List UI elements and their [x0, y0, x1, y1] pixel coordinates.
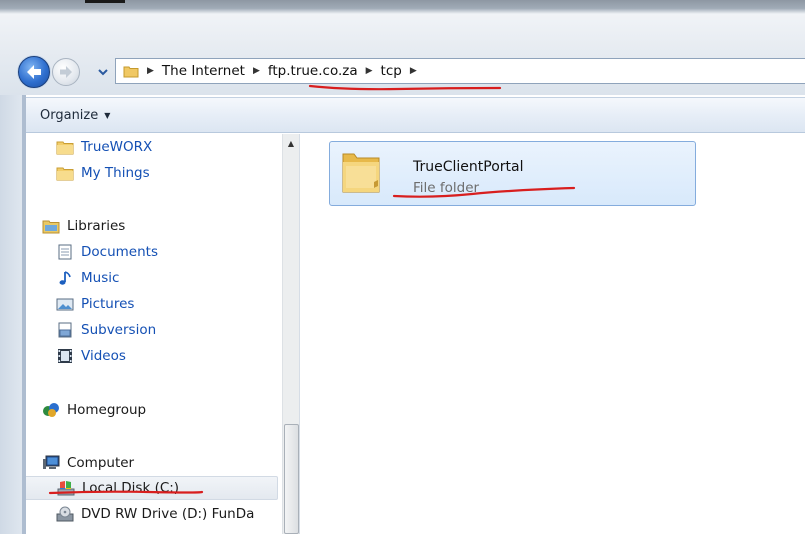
nav-item-libraries[interactable]: Libraries	[42, 215, 125, 237]
address-bar[interactable]: ▶ The Internet ▶ ftp.true.co.za ▶ tcp ▶	[115, 58, 805, 84]
music-icon	[56, 270, 74, 286]
nav-item-label: Subversion	[81, 322, 157, 338]
file-item-trueclientportal[interactable]: TrueClientPortal File folder	[329, 141, 696, 206]
breadcrumb-item-tcp[interactable]: tcp	[381, 63, 402, 79]
scroll-thumb[interactable]	[284, 424, 299, 534]
nav-item-label: Pictures	[81, 296, 135, 312]
nav-item-pictures[interactable]: Pictures	[56, 293, 134, 315]
nav-item-music[interactable]: Music	[56, 267, 119, 289]
nav-item-local-disk[interactable]: Local Disk (C:)	[26, 476, 278, 500]
back-arrow-icon	[27, 65, 41, 79]
breadcrumb-separator-icon[interactable]: ▶	[366, 66, 373, 76]
organize-label: Organize	[40, 107, 99, 123]
folder-icon	[56, 139, 74, 155]
folder-icon	[340, 148, 382, 194]
forward-button[interactable]	[52, 58, 80, 86]
chevron-down-icon: ▼	[104, 110, 111, 120]
breadcrumb-item-ftp-host[interactable]: ftp.true.co.za	[268, 63, 358, 79]
nav-item-label: Music	[81, 270, 120, 286]
navigation-pane-scrollbar[interactable]: ▲	[282, 134, 299, 534]
nav-item-documents[interactable]: Documents	[56, 241, 158, 263]
nav-item-label: Documents	[81, 244, 158, 260]
command-bar: Organize ▼	[26, 97, 805, 133]
local-disk-icon	[57, 480, 75, 496]
nav-item-trueworx[interactable]: TrueWORX	[56, 136, 152, 158]
nav-item-label: Local Disk (C:)	[82, 480, 180, 496]
file-item-name: TrueClientPortal	[413, 159, 524, 175]
folder-icon	[123, 65, 139, 78]
nav-item-label: Homegroup	[67, 402, 147, 418]
scroll-up-arrow-icon[interactable]: ▲	[283, 136, 299, 150]
back-button[interactable]	[18, 56, 50, 88]
dvd-drive-icon	[56, 506, 74, 522]
nav-item-label: TrueWORX	[81, 139, 153, 155]
nav-item-dvd-drive[interactable]: DVD RW Drive (D:) FunDa	[56, 503, 254, 525]
nav-item-label: Libraries	[67, 218, 126, 234]
nav-item-videos[interactable]: Videos	[56, 345, 126, 367]
navigation-pane: TrueWORX My Things Libraries Documents M…	[26, 134, 282, 534]
title-bar-mark	[85, 0, 125, 3]
homegroup-icon	[42, 402, 60, 418]
libraries-icon	[42, 218, 60, 234]
breadcrumb-item-the-internet[interactable]: The Internet	[162, 63, 245, 79]
computer-icon	[42, 455, 60, 471]
recent-pages-button[interactable]	[96, 66, 110, 78]
breadcrumb-separator-icon[interactable]: ▶	[253, 66, 260, 76]
nav-item-homegroup[interactable]: Homegroup	[42, 399, 146, 421]
pictures-icon	[56, 296, 74, 312]
forward-arrow-icon	[60, 66, 72, 78]
nav-item-label: DVD RW Drive (D:) FunDa	[81, 506, 255, 522]
nav-item-my-things[interactable]: My Things	[56, 162, 150, 184]
breadcrumb-separator-icon[interactable]: ▶	[147, 66, 154, 76]
window-left-border	[0, 95, 26, 534]
nav-item-label: Computer	[67, 455, 135, 471]
nav-item-computer[interactable]: Computer	[42, 452, 134, 474]
chevron-down-icon	[98, 69, 108, 76]
document-library-icon	[56, 244, 74, 260]
file-list-pane: TrueClientPortal File folder	[300, 134, 805, 534]
organize-button[interactable]: Organize ▼	[40, 108, 110, 123]
file-item-type: File folder	[413, 180, 480, 196]
folder-icon	[56, 165, 74, 181]
subversion-icon	[56, 322, 74, 338]
nav-item-label: My Things	[81, 165, 150, 181]
nav-item-label: Videos	[81, 348, 126, 364]
breadcrumb-separator-icon[interactable]: ▶	[410, 66, 417, 76]
nav-item-subversion[interactable]: Subversion	[56, 319, 156, 341]
videos-icon	[56, 348, 74, 364]
